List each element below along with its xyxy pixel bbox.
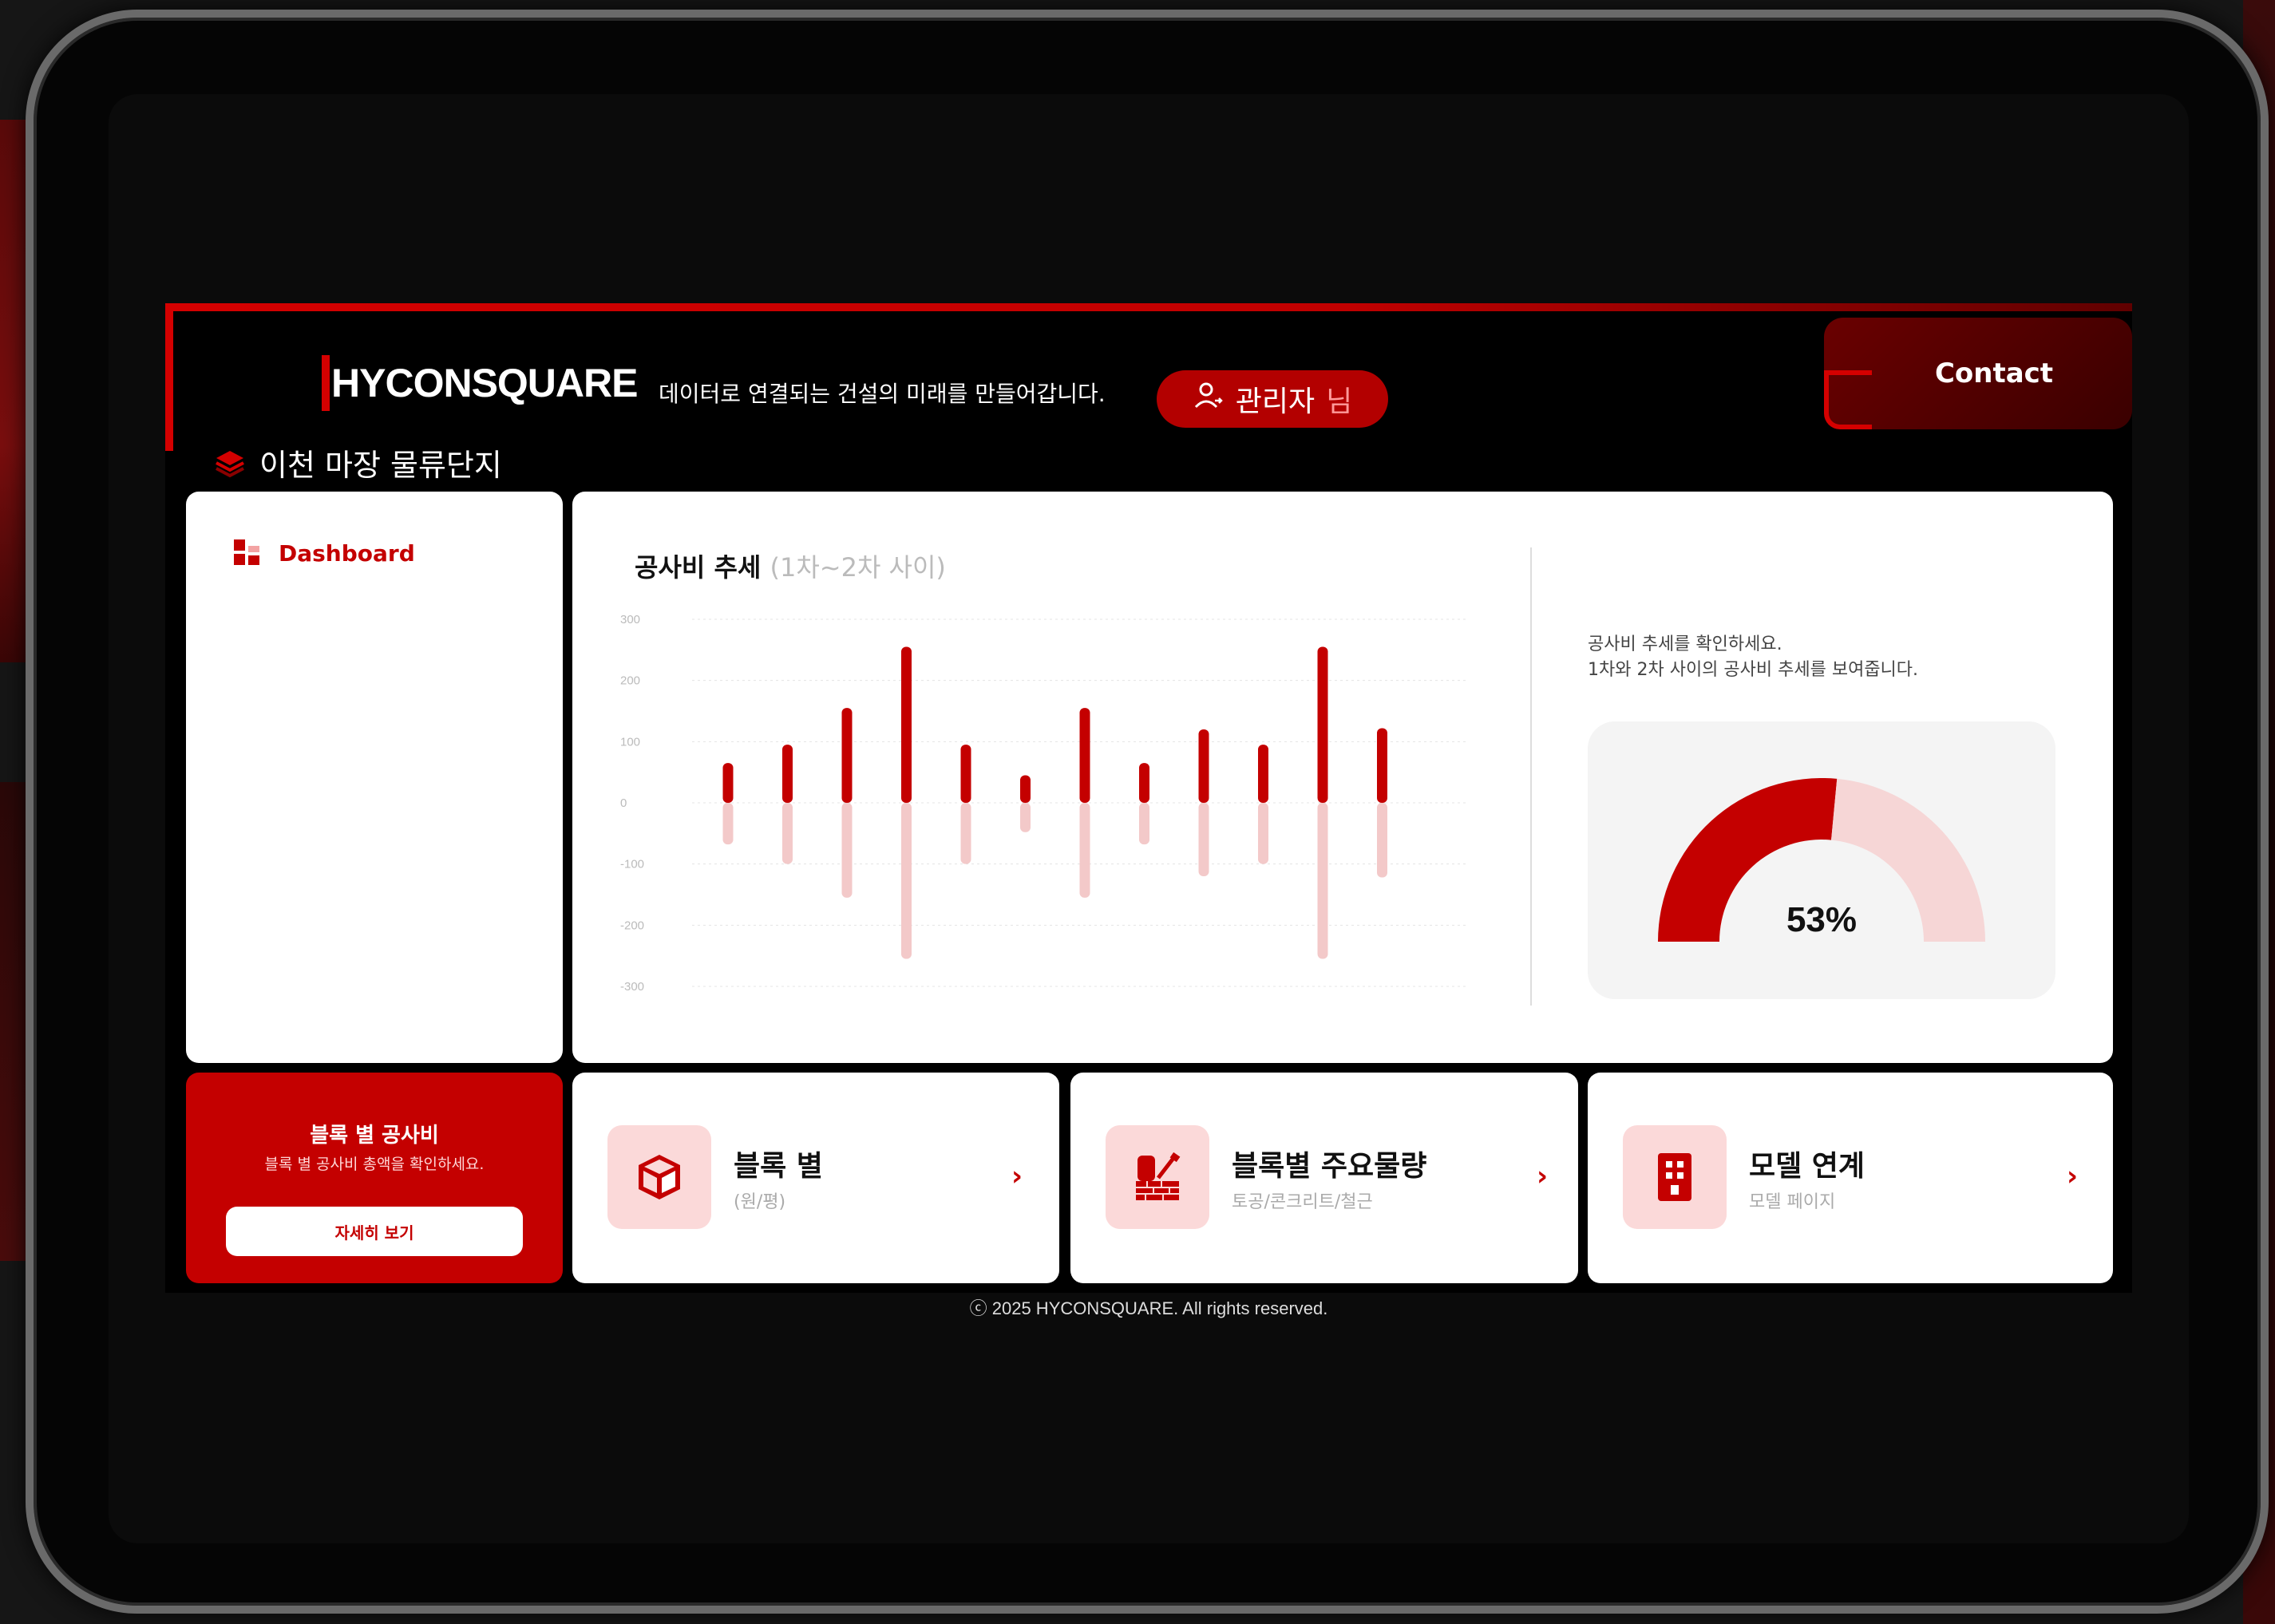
- y-tick-label: -100: [620, 858, 644, 871]
- bar-negative: [901, 803, 912, 959]
- user-honorific: 님: [1326, 385, 1353, 418]
- user-icon: [1193, 380, 1225, 419]
- bar-negative: [782, 803, 793, 864]
- card-title: 블록별 주요물량: [1232, 1150, 1427, 1183]
- contact-label: Contact: [1934, 358, 2054, 389]
- y-tick-label: 0: [620, 796, 627, 810]
- card-title: 모델 연계: [1749, 1150, 1866, 1183]
- chevron-right-icon: ›: [2067, 1160, 2079, 1192]
- view-details-button[interactable]: 자세히 보기: [226, 1207, 523, 1256]
- contact-accent: [1824, 370, 1872, 429]
- logo-text: HYCONSQUARE: [331, 361, 638, 405]
- chevron-right-icon: ›: [1011, 1160, 1023, 1192]
- dashboard-icon: [234, 539, 259, 565]
- bar-negative: [1258, 803, 1268, 864]
- description-line: 공사비 추세를 확인하세요.: [1588, 634, 1782, 654]
- chevron-right-icon: ›: [1537, 1160, 1549, 1192]
- y-tick-label: -200: [620, 919, 644, 932]
- bar-positive: [1139, 763, 1149, 803]
- y-tick-label: 100: [620, 735, 640, 749]
- cost-trend-chart: 300 200 100 0 -100 -200 -300: [620, 613, 1466, 994]
- bar-negative: [722, 803, 734, 845]
- gauge-chart: [1658, 778, 1985, 942]
- y-tick-label: -300: [620, 980, 644, 994]
- card-icon-box: [1623, 1125, 1727, 1229]
- header-accent-line: [165, 303, 173, 451]
- card-block-cost[interactable]: 블록 별 (원/평) ›: [572, 1073, 1059, 1283]
- chart-description: 공사비 추세를 확인하세요. 1차와 2차 사이의 공사비 추세를 보여줍니다.: [1588, 632, 1918, 683]
- bar-positive: [1020, 775, 1031, 803]
- progress-gauge: 53%: [1588, 721, 2055, 999]
- user-account-button[interactable]: 관리자 님: [1157, 370, 1388, 428]
- description-line: 1차와 2차 사이의 공사비 추세를 보여줍니다.: [1588, 660, 1919, 680]
- card-icon-box: [607, 1125, 711, 1229]
- cost-trend-panel: 공사비 추세 (1차~2차 사이) 300 200 100 0 -100 -200 -300…: [572, 492, 2113, 1063]
- sidebar-item-dashboard[interactable]: Dashboard: [234, 539, 415, 567]
- bar-negative: [1377, 803, 1387, 878]
- card-block-quantities[interactable]: 블록별 주요물량 토공/콘크리트/철근 ›: [1070, 1073, 1578, 1283]
- card-subtitle: 모델 페이지: [1749, 1192, 1836, 1212]
- bar-positive: [841, 708, 853, 803]
- dashboard-app: HYCONSQUARE 데이터로 연결되는 건설의 미래를 만들어갑니다. 관리…: [165, 303, 2132, 1318]
- card-subtitle: 토공/콘크리트/철근: [1232, 1192, 1373, 1212]
- bar-positive: [1079, 708, 1090, 803]
- layers-icon: [216, 450, 244, 477]
- panel-divider: [1530, 547, 1532, 1006]
- chart-subtitle: (1차~2차 사이): [770, 552, 946, 583]
- bar-positive: [1258, 745, 1268, 803]
- promo-subtitle: 블록 별 공사비 총액을 확인하세요.: [264, 1156, 485, 1173]
- bar-negative: [841, 803, 853, 898]
- bar-negative: [1079, 803, 1090, 898]
- bar-positive: [722, 763, 734, 803]
- bar-negative: [1139, 803, 1149, 845]
- card-subtitle: (원/평): [734, 1192, 786, 1212]
- logo-accent: [322, 355, 330, 411]
- project-title-text: 이천 마장 물류단지: [259, 448, 502, 483]
- project-title: 이천 마장 물류단지: [213, 441, 502, 484]
- y-tick-label: 300: [620, 613, 640, 626]
- block-cost-promo: 블록 별 공사비 블록 별 공사비 총액을 확인하세요. 자세히 보기: [186, 1073, 563, 1283]
- bar-negative: [1317, 803, 1328, 959]
- sidebar: Dashboard: [186, 492, 563, 1063]
- construction-materials-icon: [1136, 1152, 1181, 1200]
- bar-positive: [1317, 646, 1328, 803]
- gauge-value: 53%: [1786, 900, 1858, 939]
- bar-negative: [960, 803, 971, 864]
- footer-copyright: ⓒ 2025 HYCONSQUARE. All rights reserved.: [969, 1298, 1328, 1318]
- card-model-link[interactable]: 모델 연계 모델 페이지 ›: [1588, 1073, 2113, 1283]
- cube-icon: [639, 1155, 680, 1199]
- user-name: 관리자: [1235, 385, 1316, 418]
- brand-logo[interactable]: HYCONSQUARE: [322, 353, 638, 413]
- bar-positive: [960, 745, 971, 803]
- y-tick-label: 200: [620, 674, 640, 688]
- chart-title-text: 공사비 추세: [635, 552, 762, 583]
- building-icon: [1658, 1153, 1691, 1201]
- bar-positive: [1198, 729, 1209, 803]
- bar-positive: [1377, 728, 1387, 803]
- bar-negative: [1020, 803, 1031, 832]
- sidebar-item-label: Dashboard: [279, 539, 415, 567]
- card-icon-box: [1106, 1125, 1209, 1229]
- bar-negative: [1198, 803, 1209, 876]
- tagline: 데이터로 연결되는 건설의 미래를 만들어갑니다.: [659, 381, 1106, 407]
- header-accent-line: [165, 303, 2132, 311]
- promo-title: 블록 별 공사비: [310, 1124, 439, 1148]
- contact-button[interactable]: Contact: [1824, 318, 2132, 429]
- chart-title: 공사비 추세 (1차~2차 사이): [635, 547, 946, 584]
- bar-positive: [901, 646, 912, 803]
- bar-positive: [782, 745, 793, 803]
- card-title: 블록 별: [734, 1150, 823, 1183]
